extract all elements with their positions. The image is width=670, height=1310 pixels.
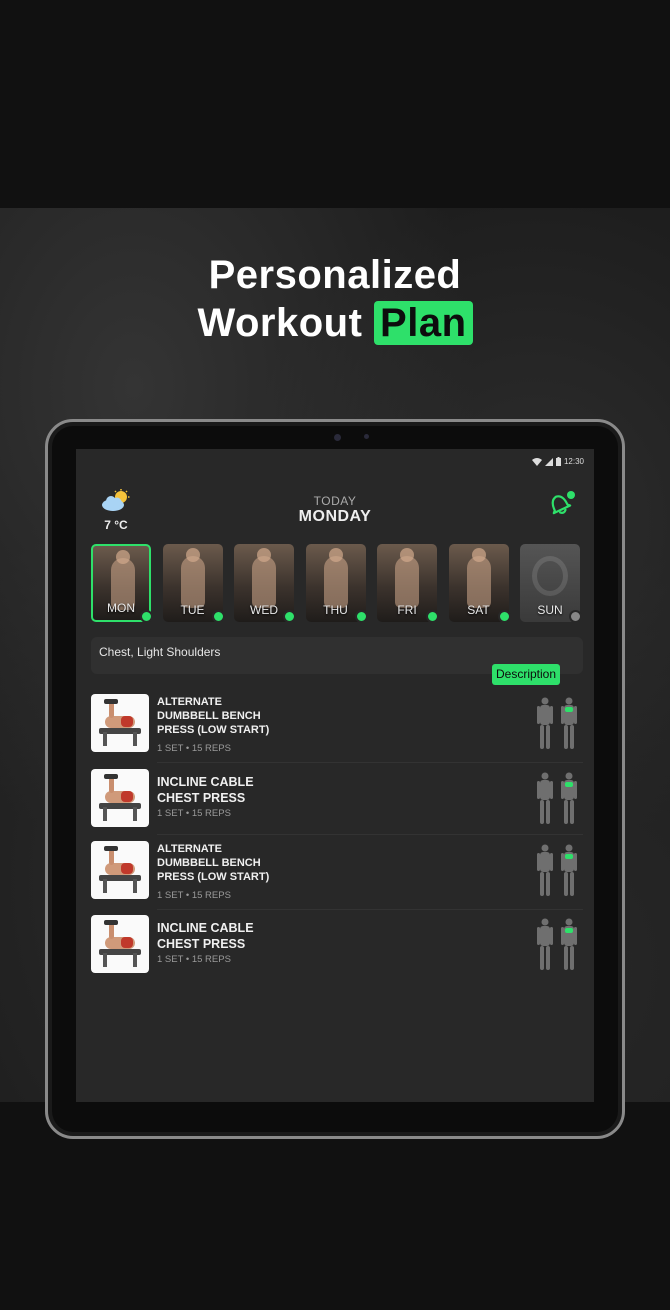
day-tile-sat[interactable]: SAT (448, 544, 509, 622)
thumbnail-leg2 (133, 953, 137, 967)
battery-icon (555, 457, 561, 466)
body-front-icon (561, 918, 577, 970)
muscle-map-icon (537, 697, 577, 749)
day-completed-dot (426, 610, 439, 623)
camera-icon (334, 434, 341, 441)
row-divider (157, 762, 583, 763)
thumbnail-dumbbell (104, 774, 118, 779)
row-divider (157, 834, 583, 835)
exercise-sets-reps: 1 SET • 15 REPS (157, 954, 231, 965)
exercise-title-line: ALTERNATE (157, 843, 222, 855)
thumbnail-leg2 (133, 807, 137, 821)
exercise-title-line: DUMBBELL BENCH (157, 857, 261, 869)
exercise-row[interactable]: ALTERNATE DUMBBELL BENCH PRESS (LOW START)… (91, 694, 583, 763)
muscle-map-icon (537, 844, 577, 896)
thumbnail-shorts (121, 716, 133, 727)
thumbnail-dumbbell (104, 699, 118, 704)
exercise-thumbnail (91, 769, 149, 827)
thumbnail-dumbbell (104, 920, 118, 925)
thumbnail-arm (109, 777, 114, 793)
exercise-thumbnail (91, 694, 149, 752)
status-time: 12:30 (563, 457, 584, 466)
athlete-photo-body (252, 556, 276, 608)
rest-day-logo-icon (532, 556, 568, 596)
exercise-thumbnail (91, 915, 149, 973)
sensor-icon (364, 434, 369, 439)
exercise-row[interactable]: INCLINE CABLE CHEST PRESS 1 SET • 15 REPS (91, 769, 583, 835)
athlete-photo-body (180, 556, 205, 608)
athlete-photo-body (466, 556, 491, 608)
exercise-title-line: INCLINE CABLE (157, 775, 254, 789)
status-bar: 12:30 (531, 457, 584, 466)
exercise-title-line: DUMBBELL BENCH (157, 710, 261, 722)
body-front-icon (561, 844, 577, 896)
exercise-sets-reps: 1 SET • 15 REPS (157, 808, 231, 819)
athlete-photo-body (395, 556, 419, 608)
day-tile-thu[interactable]: THU (305, 544, 366, 622)
thumbnail-leg2 (133, 879, 137, 893)
exercise-title-line: PRESS (LOW START) (157, 871, 270, 883)
today-label: TODAY (313, 494, 357, 508)
top-letterbox (0, 0, 670, 208)
day-pending-dot (569, 610, 582, 623)
body-front-icon (561, 772, 577, 824)
thumbnail-shorts (121, 863, 133, 874)
exercise-title-line: ALTERNATE (157, 696, 222, 708)
thumbnail-leg1 (103, 953, 107, 967)
exercise-title: ALTERNATE DUMBBELL BENCH PRESS (LOW START) (157, 842, 269, 884)
thumbnail-shorts (121, 791, 133, 802)
exercise-sets-reps: 1 SET • 15 REPS (157, 743, 231, 754)
exercise-row[interactable]: INCLINE CABLE CHEST PRESS 1 SET • 15 REPS (91, 915, 583, 977)
signal-icon (544, 457, 553, 466)
exercise-title-line: CHEST PRESS (157, 937, 246, 951)
athlete-photo-body (323, 556, 348, 608)
today-header: TODAY MONDAY (76, 494, 594, 526)
exercise-title-line: INCLINE CABLE (157, 921, 254, 935)
today-day: MONDAY (298, 508, 372, 525)
day-completed-dot (211, 610, 225, 623)
exercise-row[interactable]: ALTERNATE DUMBBELL BENCH PRESS (LOW START)… (91, 841, 583, 910)
muscle-map-icon (537, 918, 577, 970)
body-back-icon (537, 918, 553, 970)
muscle-map-icon (537, 772, 577, 824)
thumbnail-leg1 (103, 732, 107, 746)
row-divider (157, 909, 583, 910)
headline-highlight: Plan (374, 301, 473, 345)
day-tile-tue[interactable]: TUE (162, 544, 223, 622)
headline-line-1: Personalized (208, 253, 462, 297)
day-completed-dot (283, 610, 296, 623)
exercise-sets-reps: 1 SET • 15 REPS (157, 890, 231, 901)
description-button[interactable]: Description (492, 664, 561, 685)
headline-word: Workout (197, 301, 363, 345)
exercise-title: ALTERNATE DUMBBELL BENCH PRESS (LOW START) (157, 695, 269, 737)
body-back-icon (537, 697, 553, 749)
thumbnail-shorts (121, 937, 133, 948)
exercise-title-line: CHEST PRESS (157, 791, 246, 805)
thumbnail-arm (109, 702, 114, 718)
body-back-icon (537, 844, 553, 896)
body-front-icon (561, 697, 577, 749)
exercise-title-line: PRESS (LOW START) (157, 724, 270, 736)
bell-icon[interactable] (546, 489, 576, 517)
exercise-title: INCLINE CABLE CHEST PRESS (157, 920, 254, 952)
exercise-thumbnail (91, 841, 149, 899)
thumbnail-arm (109, 849, 114, 865)
thumbnail-leg2 (133, 732, 137, 746)
thumbnail-leg1 (103, 879, 107, 893)
day-completed-dot (497, 610, 511, 623)
day-completed-dot (354, 610, 368, 623)
headline-line-2: Workout Plan (0, 299, 670, 347)
app-screen: 12:30 7 °C TODAY MONDAY MON TUE WED THU FRI S… (76, 449, 594, 1102)
promo-headline: Personalized Workout Plan (0, 251, 670, 347)
day-completed-dot (140, 610, 153, 623)
thumbnail-dumbbell (104, 846, 118, 851)
body-back-icon (537, 772, 553, 824)
thumbnail-leg1 (103, 807, 107, 821)
thumbnail-arm (109, 923, 114, 939)
wifi-icon (531, 457, 542, 466)
workout-focus-text: Chest, Light Shoulders (99, 645, 221, 659)
exercise-title: INCLINE CABLE CHEST PRESS (157, 774, 254, 806)
